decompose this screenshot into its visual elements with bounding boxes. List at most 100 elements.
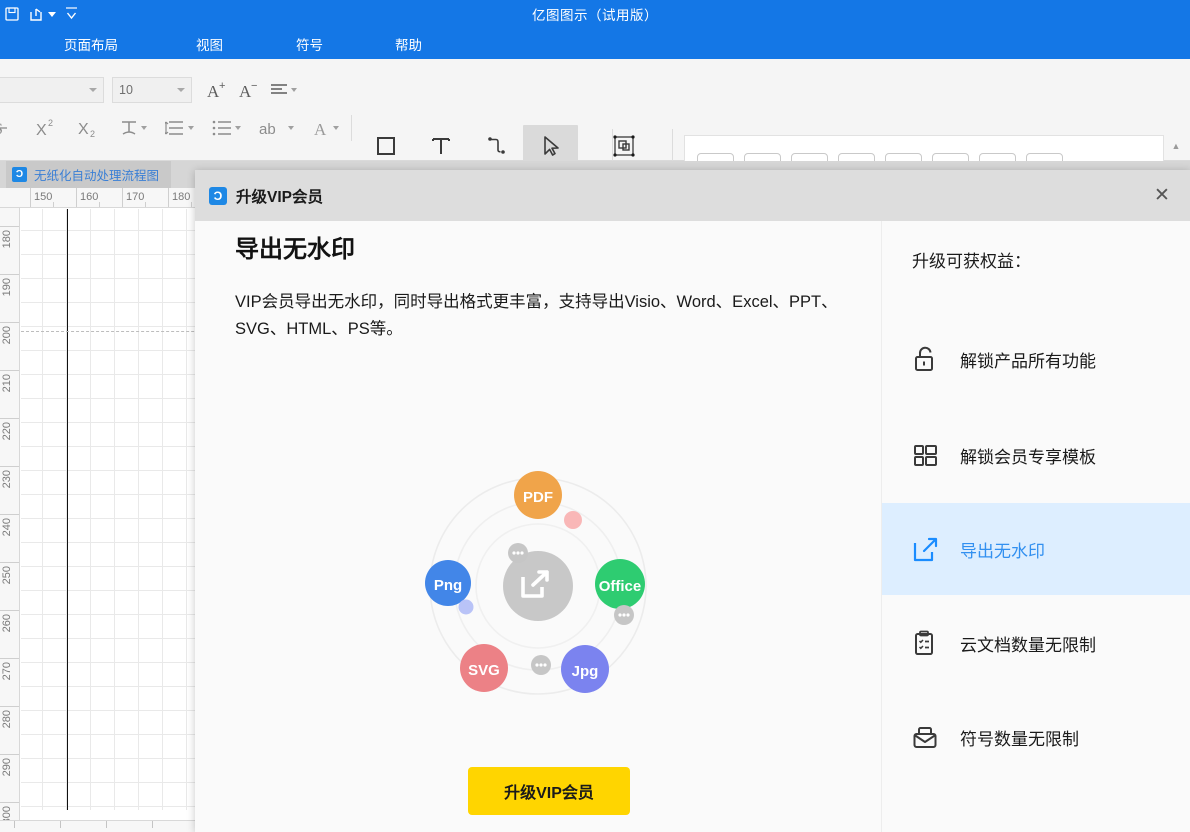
application-window: 亿图图示（试用版） 页面布局 视图 符号 帮助 10 A + A − X 2 X… xyxy=(0,0,1190,832)
quick-access-toolbar xyxy=(0,0,83,28)
edraw-doc-icon: Ɔ xyxy=(12,167,27,182)
vertical-ruler[interactable]: 180 190 200 210 220 230 240 250 260 270 280 290 300 xyxy=(0,208,20,832)
ruler-label: 260 xyxy=(1,614,13,633)
upgrade-vip-button[interactable]: 升级VIP会员 xyxy=(468,767,630,815)
menu-item-page-layout[interactable]: 页面布局 xyxy=(54,28,128,59)
menu-item-help[interactable]: 帮助 xyxy=(385,28,432,59)
benefits-heading: 升级可获权益： xyxy=(912,252,1031,271)
benefit-unlock-all-features[interactable]: 解锁产品所有功能 xyxy=(882,313,1190,405)
subscript-icon[interactable]: X2 xyxy=(74,112,104,144)
superscript-icon[interactable]: X2 xyxy=(32,112,62,144)
unlock-icon xyxy=(910,344,940,374)
edraw-logo-icon: Ɔ xyxy=(209,186,227,205)
close-icon[interactable]: ✕ xyxy=(1134,170,1190,221)
bullet-list-icon[interactable] xyxy=(208,112,245,144)
toolbox-icon xyxy=(910,722,940,752)
ribbon-toolbar: 10 A+ A− S X2 X2 xyxy=(0,59,1190,211)
ruler-minor-tick xyxy=(145,202,146,207)
dialog-header: Ɔ 升级VIP会员 ✕ xyxy=(195,170,1190,221)
customize-qat-icon[interactable] xyxy=(60,0,83,28)
font-name-select[interactable] xyxy=(0,77,104,103)
ruler-tick xyxy=(0,274,19,275)
benefit-export-no-watermark[interactable]: 导出无水印 xyxy=(882,503,1190,595)
ruler-minor-tick xyxy=(191,202,192,207)
benefit-unlimited-symbols[interactable]: 符号数量无限制 xyxy=(882,691,1190,783)
ribbon-row-font: 10 A + A − xyxy=(0,73,301,107)
ruler-tick xyxy=(0,658,19,659)
toolbar-divider xyxy=(351,115,352,141)
ruler-label: 210 xyxy=(1,374,13,393)
ruler-tick xyxy=(0,418,19,419)
ruler-label: 280 xyxy=(1,710,13,729)
ruler-tick xyxy=(30,188,31,207)
svg-text:2: 2 xyxy=(90,129,95,138)
ruler-tick xyxy=(0,610,19,611)
title-bar: 亿图图示（试用版） xyxy=(0,0,1190,28)
chevron-down-icon xyxy=(177,88,185,92)
ruler-minor-tick xyxy=(99,202,100,207)
ruler-label: 160 xyxy=(80,191,99,203)
svg-text:X: X xyxy=(78,121,89,138)
ruler-tick xyxy=(0,754,19,755)
menu-item-symbols[interactable]: 符号 xyxy=(286,28,333,59)
document-tab[interactable]: Ɔ 无纸化自动处理流程图 xyxy=(6,161,172,188)
benefit-label: 解锁会员专享模板 xyxy=(960,447,1096,467)
ruler-label: 180 xyxy=(172,191,191,203)
benefit-unlimited-cloud-docs[interactable]: 云文档数量无限制 xyxy=(882,597,1190,689)
save-icon[interactable] xyxy=(0,0,24,28)
dialog-feature-panel: 导出无水印 VIP会员导出无水印，同时导出格式更丰富，支持导出Visio、Wor… xyxy=(195,221,881,832)
ruler-tick xyxy=(0,514,19,515)
dialog-body: 导出无水印 VIP会员导出无水印，同时导出格式更丰富，支持导出Visio、Wor… xyxy=(195,221,1190,832)
text-t-icon xyxy=(429,131,453,161)
benefit-label: 符号数量无限制 xyxy=(960,729,1079,749)
svg-text:A: A xyxy=(314,120,327,137)
ruler-label: 180 xyxy=(1,230,13,249)
export-share-icon[interactable] xyxy=(24,0,60,28)
export-caret-icon[interactable] xyxy=(48,11,56,17)
vertical-align-icon[interactable] xyxy=(116,112,151,144)
ruler-tick xyxy=(106,821,107,828)
scroll-up-icon[interactable]: ▲ xyxy=(1172,141,1181,151)
ruler-label: 170 xyxy=(126,191,145,203)
benefit-label: 云文档数量无限制 xyxy=(960,635,1096,655)
align-text-button[interactable] xyxy=(266,74,301,106)
ruler-label: 240 xyxy=(1,518,13,537)
connector-icon xyxy=(484,131,508,161)
ruler-tick xyxy=(0,466,19,467)
ruler-tick xyxy=(122,188,123,207)
ruler-label: 150 xyxy=(34,191,53,203)
dialog-benefits-panel: 升级可获权益： 解锁产品所有功能 解锁会员专享模板 导出无水印 云文档数量无限制… xyxy=(881,221,1190,832)
benefit-member-templates[interactable]: 解锁会员专享模板 xyxy=(882,409,1190,501)
text-wrap-icon[interactable]: ab xyxy=(255,112,298,144)
cursor-arrow-icon xyxy=(539,131,563,161)
chevron-down-icon xyxy=(333,126,339,130)
document-tab-label: 无纸化自动处理流程图 xyxy=(34,169,160,183)
svg-text:S: S xyxy=(0,121,3,138)
benefit-label: 解锁产品所有功能 xyxy=(960,351,1096,371)
menu-bar: 页面布局 视图 符号 帮助 xyxy=(0,28,1190,59)
ruler-tick xyxy=(0,370,19,371)
strikethrough-icon[interactable]: S xyxy=(0,112,18,144)
ruler-tick xyxy=(76,188,77,207)
ruler-tick xyxy=(60,821,61,828)
ruler-label: 190 xyxy=(1,278,13,297)
svg-text:+: + xyxy=(219,80,225,92)
font-size-value: 10 xyxy=(119,83,133,97)
feature-description: VIP会员导出无水印，同时导出格式更丰富，支持导出Visio、Word、Exce… xyxy=(235,293,838,338)
chevron-down-icon xyxy=(141,126,147,130)
increase-font-size-button[interactable]: A + xyxy=(202,74,232,106)
ruler-label: 230 xyxy=(1,470,13,489)
menu-item-view[interactable]: 视图 xyxy=(186,28,233,59)
svg-text:Office: Office xyxy=(599,578,642,595)
font-size-select[interactable]: 10 xyxy=(112,77,192,103)
decrease-font-size-button[interactable]: A − xyxy=(234,74,264,106)
ruler-tick xyxy=(0,706,19,707)
ruler-label: 270 xyxy=(1,662,13,681)
ruler-label: 200 xyxy=(1,326,13,345)
line-spacing-icon[interactable] xyxy=(161,112,198,144)
font-color-icon[interactable]: A xyxy=(308,112,343,144)
ruler-tick xyxy=(0,562,19,563)
upgrade-vip-dialog: Ɔ 升级VIP会员 ✕ 导出无水印 VIP会员导出无水印，同时导出格式更丰富，支… xyxy=(195,170,1190,832)
app-title: 亿图图示（试用版） xyxy=(532,8,658,23)
svg-text:Png: Png xyxy=(434,577,462,594)
